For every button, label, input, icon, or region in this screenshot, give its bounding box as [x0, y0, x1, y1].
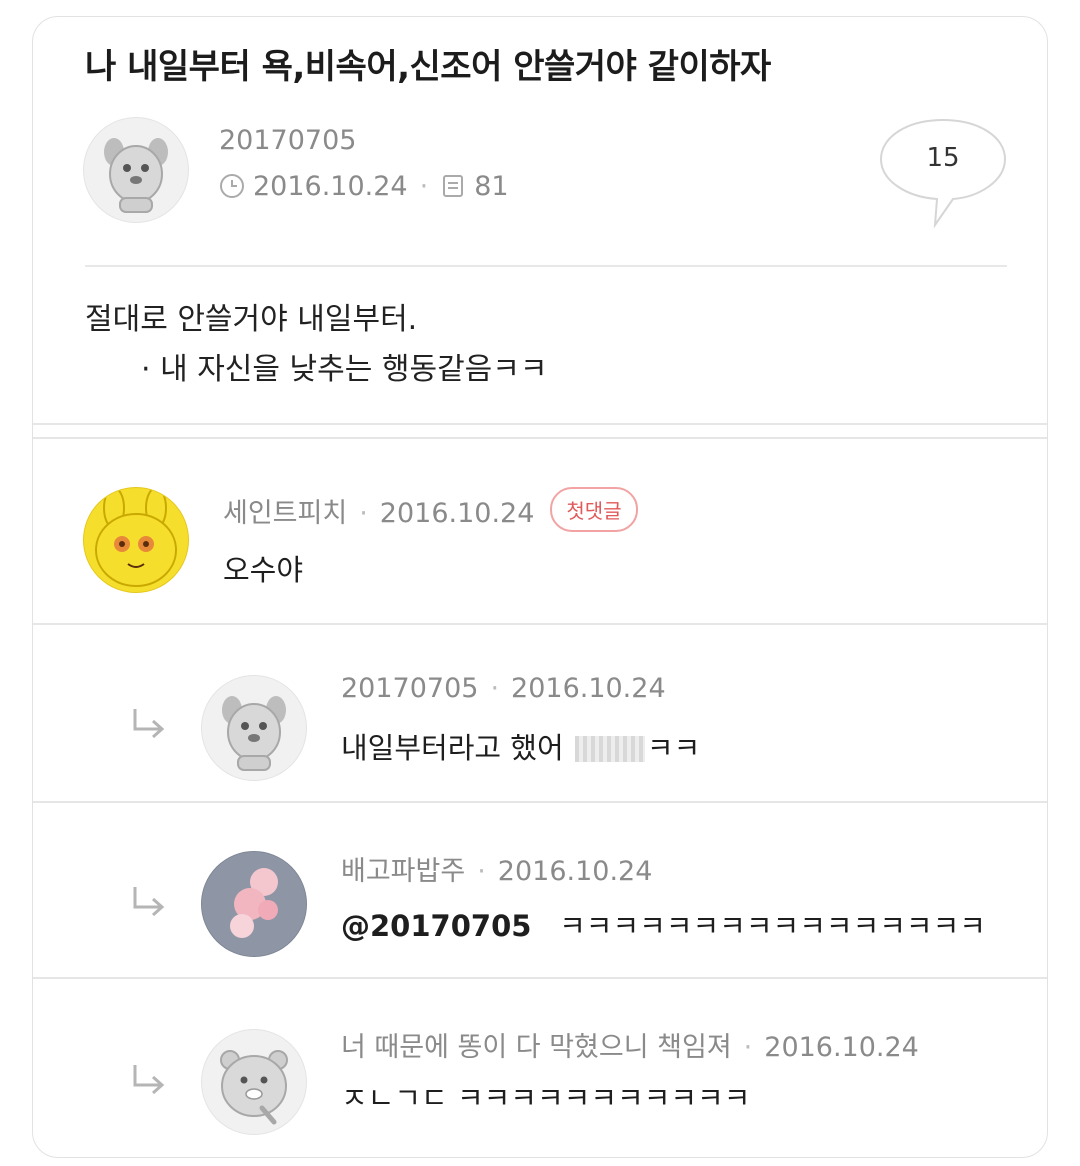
clock-icon: [219, 173, 245, 206]
comment-header: 세인트피치 · 2016.10.24 첫댓글: [223, 487, 638, 532]
comment-divider: [33, 801, 1047, 803]
comment-count-button[interactable]: 15: [879, 117, 1009, 229]
comment-divider: [33, 977, 1047, 979]
post-body-line: · 내 자신을 낮추는 행동같음ㅋㅋ: [141, 352, 548, 387]
title-divider: [85, 265, 1007, 267]
document-icon: [440, 173, 466, 206]
comment-date: 2016.10.24: [379, 498, 535, 529]
censored-text: [574, 736, 645, 762]
comment-text: @20170705 ㅋㅋㅋㅋㅋㅋㅋㅋㅋㅋㅋㅋㅋㅋㅋㅋ: [341, 903, 986, 945]
post-body: 절대로 안쓸거야 내일부터. · 내 자신을 낮추는 행동같음ㅋㅋ: [85, 295, 547, 395]
yellow-rabbit-icon: [95, 488, 177, 587]
commenter-avatar[interactable]: [201, 851, 307, 957]
speech-bubble-icon: [879, 118, 1007, 229]
post-card: 나 내일부터 욕,비속어,신조어 안쓸거야 같이하자 20170705 2016…: [32, 16, 1048, 1158]
comment-text-start: 내일부터라고 했어: [341, 731, 573, 765]
comment-header: 너 때문에 똥이 다 막혔으니 책임져 · 2016.10.24: [341, 1025, 919, 1064]
comment-text: 오수야: [223, 553, 304, 587]
meta-separator: ·: [477, 856, 486, 887]
post-author[interactable]: 20170705: [219, 125, 356, 156]
section-divider: [33, 437, 1047, 439]
comment-text: 내일부터라고 했어 ㅋㅋ: [341, 725, 700, 767]
commenter-avatar[interactable]: [83, 487, 189, 593]
comment-text-end: ㅋㅋ: [646, 731, 701, 765]
post-date: 2016.10.24: [253, 171, 408, 202]
meta-separator: ·: [743, 1032, 753, 1063]
reply-arrow-icon: [129, 885, 169, 921]
comment-date: 2016.10.24: [497, 856, 653, 887]
comment-divider: [33, 623, 1047, 625]
post-title: 나 내일부터 욕,비속어,신조어 안쓸거야 같이하자: [85, 47, 771, 87]
commenter-avatar[interactable]: [201, 675, 307, 781]
comment-date: 2016.10.24: [511, 673, 666, 704]
first-comment-badge: 첫댓글: [550, 487, 638, 532]
lion-character-icon: [220, 1050, 288, 1125]
dog-character-icon: [222, 696, 286, 771]
comment-count: 15: [926, 143, 960, 173]
meta-separator: ·: [490, 673, 500, 704]
flower-photo-icon: [202, 852, 306, 956]
reply-arrow-icon: [129, 1063, 169, 1099]
post-meta: 2016.10.24 · 81: [219, 171, 509, 206]
comment-text-body: ㅋㅋㅋㅋㅋㅋㅋㅋㅋㅋㅋㅋㅋㅋㅋㅋ: [559, 909, 986, 943]
post-views: 81: [474, 171, 509, 202]
mention-link[interactable]: @20170705: [341, 909, 531, 943]
comment-author[interactable]: 배고파밥주: [341, 856, 465, 887]
section-divider: [33, 423, 1047, 425]
comment-author[interactable]: 20170705: [341, 673, 478, 704]
comment-date: 2016.10.24: [764, 1032, 919, 1063]
post-body-line: 절대로 안쓸거야 내일부터.: [85, 302, 418, 337]
reply-arrow-icon: [129, 707, 169, 743]
comment-header: 배고파밥주 · 2016.10.24: [341, 849, 652, 888]
commenter-avatar[interactable]: [201, 1029, 307, 1135]
comment-author[interactable]: 세인트피치: [223, 498, 347, 529]
author-avatar[interactable]: [83, 117, 189, 223]
comment-header: 20170705 · 2016.10.24: [341, 673, 666, 704]
meta-separator: ·: [419, 171, 429, 202]
meta-separator: ·: [359, 498, 368, 529]
comment-text: ㅈㄴㄱㄷ ㅋㅋㅋㅋㅋㅋㅋㅋㅋㅋㅋ: [341, 1081, 751, 1115]
comment-author[interactable]: 너 때문에 똥이 다 막혔으니 책임져: [341, 1032, 732, 1063]
dog-character-icon: [104, 138, 168, 213]
